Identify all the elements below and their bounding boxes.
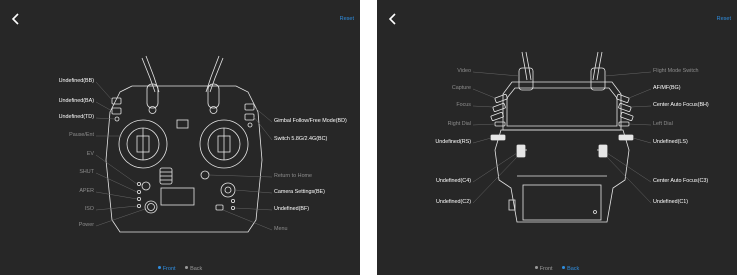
label-undefined-rs[interactable]: Undefined(RS) bbox=[435, 139, 471, 146]
label-center-auto-focus-c3[interactable]: Center Auto Focus(C3) bbox=[653, 178, 708, 185]
label-af-mf-bg[interactable]: AF/MF(BG) bbox=[653, 85, 681, 92]
label-video[interactable]: Video bbox=[457, 68, 471, 75]
label-left-dial[interactable]: Left Dial bbox=[653, 121, 673, 128]
label-menu[interactable]: Menu bbox=[274, 226, 288, 233]
tab-back-label: Back bbox=[567, 266, 580, 272]
tab-back[interactable]: Back bbox=[185, 266, 202, 272]
label-undefined-bb[interactable]: Undefined(BB) bbox=[59, 78, 94, 85]
label-focus[interactable]: Focus bbox=[456, 102, 471, 109]
tab-front-label: Front bbox=[539, 266, 553, 272]
tab-front[interactable]: Front bbox=[157, 266, 176, 272]
tab-front[interactable]: Front bbox=[534, 266, 553, 272]
label-undefined-c1[interactable]: Undefined(C1) bbox=[653, 199, 688, 206]
label-undefined-c4[interactable]: Undefined(C4) bbox=[436, 178, 471, 185]
tab-dot-icon bbox=[185, 266, 189, 269]
tab-back[interactable]: Back bbox=[562, 266, 579, 272]
label-aper[interactable]: APER bbox=[79, 188, 94, 195]
view-tabs: Front Back bbox=[0, 266, 360, 272]
label-power[interactable]: Power bbox=[79, 222, 94, 229]
tab-back-label: Back bbox=[190, 266, 203, 272]
label-undefined-td[interactable]: Undefined(TD) bbox=[59, 114, 94, 121]
label-return-to-home[interactable]: Return to Home bbox=[274, 173, 312, 180]
label-undefined-ls[interactable]: Undefined(LS) bbox=[653, 139, 688, 146]
label-capture[interactable]: Capture bbox=[452, 85, 471, 92]
label-undefined-ba[interactable]: Undefined(BA) bbox=[59, 98, 94, 105]
label-right-dial[interactable]: Right Dial bbox=[448, 121, 471, 128]
label-flight-mode-switch[interactable]: Flight Mode Switch bbox=[653, 68, 699, 75]
tab-dot-icon bbox=[534, 266, 538, 269]
label-camera-settings[interactable]: Camera Settings(BE) bbox=[274, 189, 325, 196]
label-switch-58-24[interactable]: Switch 5.8G/2.4G(BC) bbox=[274, 136, 327, 143]
label-iso[interactable]: ISO bbox=[85, 206, 94, 213]
tab-front-label: Front bbox=[162, 266, 176, 272]
front-view-panel: Reset Undefined(BB) Undefined(BA) Undefi… bbox=[0, 0, 360, 275]
label-ev[interactable]: EV bbox=[87, 151, 94, 158]
label-undefined-bf[interactable]: Undefined(BF) bbox=[274, 206, 309, 213]
tab-dot-icon bbox=[562, 266, 566, 269]
label-undefined-c2[interactable]: Undefined(C2) bbox=[436, 199, 471, 206]
controller-back-illustration bbox=[472, 51, 652, 223]
label-pause-ent[interactable]: Pause/Ent bbox=[69, 132, 94, 139]
label-shut[interactable]: SHUT bbox=[79, 169, 94, 176]
view-tabs: Front Back bbox=[377, 266, 737, 272]
tab-dot-icon bbox=[157, 266, 161, 269]
label-center-auto-focus-bh[interactable]: Center Auto Focus(BH) bbox=[653, 102, 709, 109]
back-view-panel: Reset Video Capture Focus Right Dial Und… bbox=[377, 0, 737, 275]
label-gimbal-follow[interactable]: Gimbal Follow/Free Mode(BD) bbox=[274, 118, 347, 125]
